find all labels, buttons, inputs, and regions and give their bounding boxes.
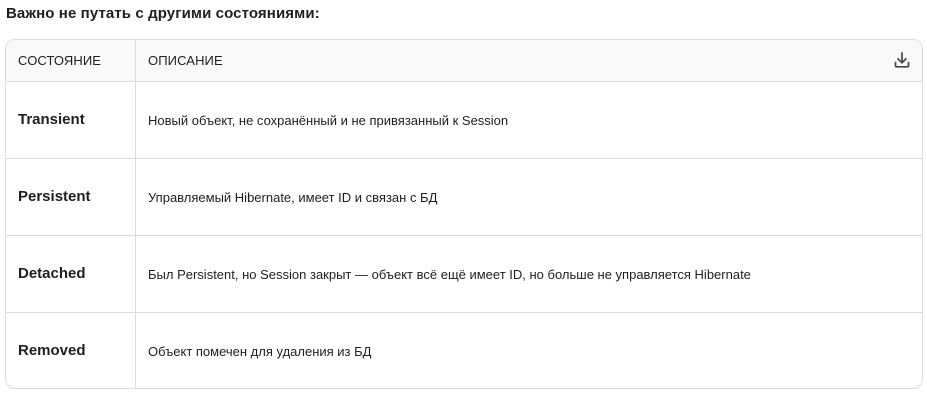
state-cell: Persistent (18, 188, 91, 205)
column-header-description: Описание (148, 53, 223, 68)
description-cell: Объект помечен для удаления из БД (148, 344, 372, 359)
state-cell: Removed (18, 342, 86, 359)
section-heading: Важно не путать с другими состояниями: (6, 5, 320, 22)
column-header-state: Состояние (18, 53, 102, 68)
table-row: Removed Объект помечен для удаления из Б… (6, 313, 922, 388)
table-row: Persistent Управляемый Hibernate, имеет … (6, 159, 922, 236)
description-cell: Был Persistent, но Session закрыт — объе… (148, 267, 751, 282)
download-table-button[interactable] (892, 50, 912, 70)
table-row: Transient Новый объект, не сохранённый и… (6, 82, 922, 159)
description-cell: Управляемый Hibernate, имеет ID и связан… (148, 190, 438, 205)
table-row: Detached Был Persistent, но Session закр… (6, 236, 922, 313)
description-cell: Новый объект, не сохранённый и не привяз… (148, 113, 509, 128)
state-cell: Transient (18, 111, 85, 128)
states-table: Состояние Описание Transient Новый объек… (5, 39, 923, 389)
download-icon (894, 52, 910, 68)
column-divider (135, 40, 136, 388)
table-header-row: Состояние Описание (6, 40, 922, 82)
state-cell: Detached (18, 265, 86, 282)
